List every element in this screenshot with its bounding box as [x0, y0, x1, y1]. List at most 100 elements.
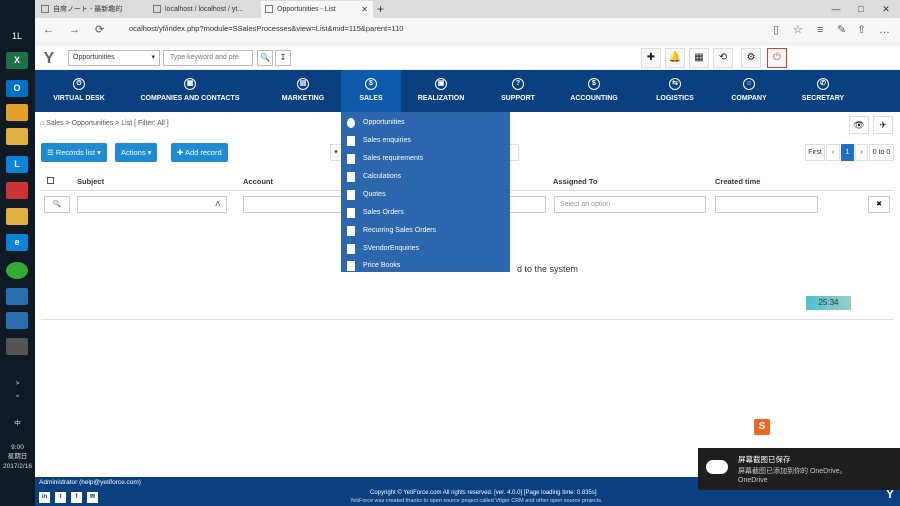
menu-virtual-desk[interactable]: ⏱ VIRTUAL DESK	[35, 70, 123, 112]
search-icon[interactable]: L	[6, 156, 28, 173]
notifications-button[interactable]: 🔔	[665, 48, 685, 68]
search-input[interactable]: Type keyword and pre	[163, 50, 253, 66]
menu-marketing[interactable]: ▤ MARKETING	[267, 70, 339, 112]
mail-icon[interactable]: ✉	[87, 492, 98, 503]
filter-search-button[interactable]: 🔍	[44, 196, 70, 213]
quick-create-button[interactable]: ✚	[641, 48, 661, 68]
ime-indicator[interactable]: 中	[0, 420, 35, 428]
more-icon[interactable]: …	[879, 18, 890, 42]
address-bar-row: ← → ⟳ ocalhost/yf/index.php?module=SSale…	[35, 18, 900, 42]
app-icon[interactable]: 1L	[6, 28, 28, 45]
search-button[interactable]: 🔍	[257, 50, 273, 66]
dropdown-item-price-books[interactable]: Price Books	[347, 259, 400, 273]
files-icon[interactable]	[6, 208, 28, 225]
pagination-first[interactable]: First	[805, 144, 825, 161]
hub-icon[interactable]: ≡	[817, 18, 823, 42]
menu-realization[interactable]: ▣ REALIZATION	[407, 70, 475, 112]
advanced-search-button[interactable]: ↧	[275, 50, 291, 66]
edge-icon[interactable]: e	[6, 234, 28, 251]
select-all-checkbox[interactable]	[47, 177, 54, 184]
records-list-button[interactable]: ☰ Records list ▾	[41, 143, 107, 162]
add-record-button[interactable]: ✚ Add record	[171, 143, 228, 162]
outlook-icon[interactable]: O	[6, 80, 28, 97]
note-icon[interactable]: ✎	[837, 18, 846, 42]
facebook-icon[interactable]: f	[71, 492, 82, 503]
history-button[interactable]: ⟲	[713, 48, 733, 68]
dropdown-item-sales-enquiries[interactable]: Sales enquiries	[347, 134, 411, 148]
briefcase-icon: ▣	[435, 78, 447, 90]
dropdown-item-quotes[interactable]: Quotes	[347, 188, 386, 202]
dropdown-item-svendorenquiries[interactable]: SVendorEnquiries	[347, 242, 419, 256]
pagination-prev[interactable]: ‹	[826, 144, 840, 161]
menu-logistics[interactable]: ⇆ LOGISTICS	[647, 70, 703, 112]
tray-arrow-icon[interactable]: ^	[0, 394, 35, 402]
globe-icon[interactable]	[6, 262, 28, 279]
column-subject[interactable]: Subject	[77, 177, 104, 186]
menu-sales[interactable]: $ SALES	[341, 70, 401, 112]
browser-tab[interactable]: localhost / localhost / yt...	[149, 1, 259, 18]
menu-companies-contacts[interactable]: ▦ COMPANIES AND CONTACTS	[129, 70, 251, 112]
favorite-star-icon[interactable]: ☆	[793, 18, 803, 42]
close-window-button[interactable]: ✕	[873, 0, 899, 18]
dropdown-item-calculations[interactable]: Calculations	[347, 170, 401, 184]
menu-accounting[interactable]: $ ACCOUNTING	[563, 70, 625, 112]
module-select[interactable]: Opportunities ▾	[68, 50, 160, 66]
filter-clear-button[interactable]: ✖	[868, 196, 890, 213]
menu-company[interactable]: ☺ COMPANY	[723, 70, 775, 112]
footer-credits: YetiForce was created thanks to open sou…	[350, 498, 603, 504]
twitter-icon[interactable]: t	[55, 492, 66, 503]
mail-icon[interactable]	[6, 104, 28, 121]
pagination-current[interactable]: 1	[841, 144, 854, 161]
dropdown-item-opportunities[interactable]: Opportunities	[347, 116, 405, 130]
linkedin-icon[interactable]: in	[39, 492, 50, 503]
filter-assigned-select[interactable]: Select an option	[554, 196, 706, 213]
notification-source: OneDrive	[738, 477, 768, 484]
tray-chevron-icon[interactable]: >	[0, 380, 35, 388]
browser-tab-active[interactable]: Opportunities - List ✕	[261, 1, 373, 18]
column-created-time[interactable]: Created time	[715, 177, 760, 186]
column-account[interactable]: Account	[243, 177, 273, 186]
logout-button[interactable]: ⏻	[767, 48, 787, 68]
filter-hidden-input[interactable]	[508, 196, 546, 213]
dropdown-item-sales-requirements[interactable]: Sales requirements	[347, 152, 423, 166]
excel-icon[interactable]: X	[6, 52, 28, 69]
new-tab-button[interactable]: +	[377, 0, 384, 18]
settings-button[interactable]: ⚙	[741, 48, 761, 68]
app-icon[interactable]	[6, 338, 28, 355]
url-field[interactable]: ocalhost/yf/index.php?module=SSalesProce…	[129, 23, 403, 35]
refresh-icon[interactable]: ⟳	[95, 18, 104, 42]
app-icon[interactable]	[6, 182, 28, 199]
onedrive-notification[interactable]: 屏幕截图已保存 屏幕截图已添加到你的 OneDrive。 OneDrive	[698, 448, 900, 490]
share-icon[interactable]: ⇧	[857, 18, 866, 42]
minimize-button[interactable]: —	[823, 0, 849, 18]
app-icon[interactable]	[6, 288, 28, 305]
support-icon: ?	[512, 78, 524, 90]
folder-icon[interactable]	[6, 128, 28, 145]
close-tab-icon[interactable]: ✕	[361, 1, 368, 18]
actions-button[interactable]: Actions ▾	[115, 143, 158, 162]
menu-secretary[interactable]: ✆ SECRETARY	[793, 70, 853, 112]
filter-subject-input[interactable]: Λ	[77, 196, 227, 213]
book-icon	[347, 261, 355, 271]
send-button[interactable]: ✈	[873, 116, 893, 134]
app-icon[interactable]	[6, 312, 28, 329]
menu-support[interactable]: ? SUPPORT	[493, 70, 543, 112]
document-icon	[347, 136, 355, 146]
pagination-next[interactable]: ›	[855, 144, 868, 161]
no-records-message: d to the system	[517, 264, 579, 274]
browser-tab[interactable]: 自席ノート - 最新趣的	[37, 1, 147, 18]
forward-icon[interactable]: →	[69, 18, 80, 42]
reading-view-icon[interactable]: ▯	[773, 18, 779, 42]
yetiforce-logo[interactable]: Y	[39, 49, 59, 69]
eye-button[interactable]: 👁	[849, 116, 869, 134]
maximize-button[interactable]: □	[848, 0, 874, 18]
calendar-button[interactable]: ▦	[689, 48, 709, 68]
filter-created-input[interactable]	[715, 196, 818, 213]
dropdown-item-sales-orders[interactable]: Sales Orders	[347, 206, 404, 220]
filter-account-input[interactable]	[243, 196, 343, 213]
column-assigned-to[interactable]: Assigned To	[553, 177, 597, 186]
ime-float-icon[interactable]: S	[754, 419, 770, 435]
dropdown-item-recurring-sales-orders[interactable]: Recurring Sales Orders	[347, 224, 436, 238]
notification-body: 屏幕截图已添加到你的 OneDrive。	[738, 468, 847, 475]
back-icon[interactable]: ←	[43, 18, 54, 42]
